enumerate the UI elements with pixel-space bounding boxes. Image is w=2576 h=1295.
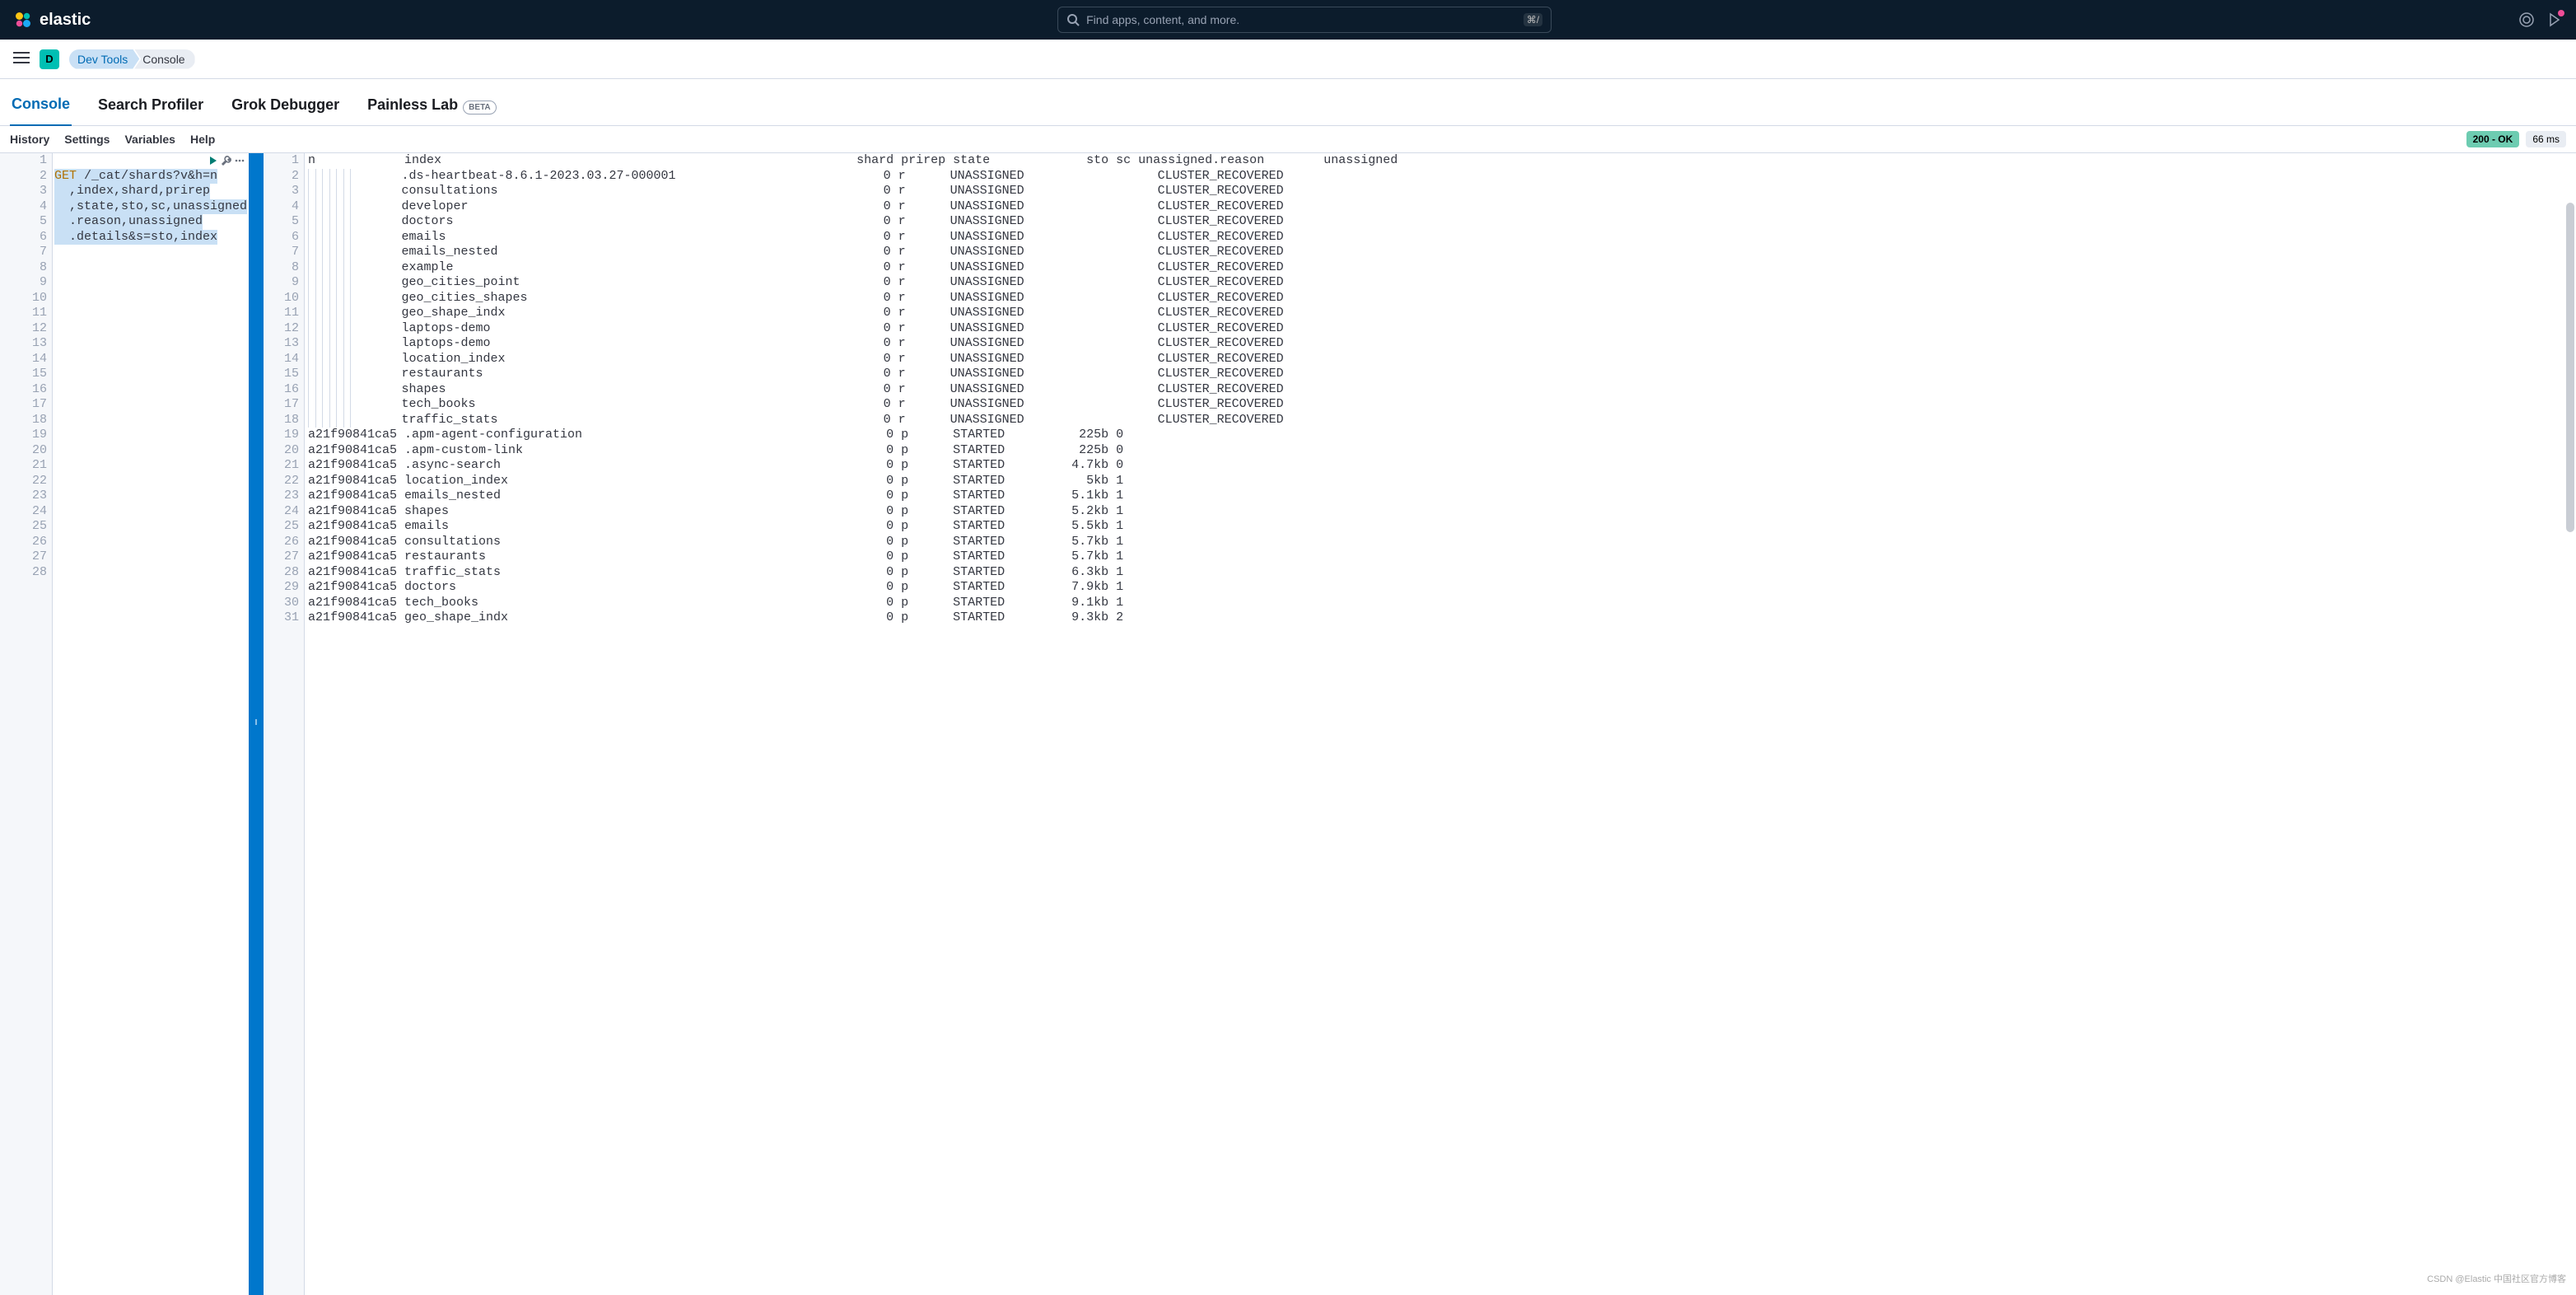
toolbar-link-variables[interactable]: Variables	[124, 133, 175, 146]
response-row: emails_nested 0 r UNASSIGNED CLUSTER_REC…	[308, 245, 2576, 260]
response-row: emails 0 r UNASSIGNED CLUSTER_RECOVERED	[308, 230, 2576, 245]
guide-icon[interactable]	[2518, 12, 2535, 28]
search-shortcut: ⌘/	[1524, 13, 1542, 26]
response-row: a21f90841ca5 .apm-agent-configuration 0 …	[308, 428, 2576, 443]
response-scrollbar[interactable]	[2566, 203, 2574, 532]
response-row: a21f90841ca5 geo_shape_indx 0 p STARTED …	[308, 610, 2576, 626]
response-row: a21f90841ca5 traffic_stats 0 p STARTED 6…	[308, 565, 2576, 581]
response-row: a21f90841ca5 shapes 0 p STARTED 5.2kb 1	[308, 504, 2576, 520]
request-editor[interactable]: GET /_cat/shards?v&h=n ,index,shard,prir…	[53, 153, 249, 1295]
tab-grok-debugger[interactable]: Grok Debugger	[230, 90, 341, 125]
elastic-logo-icon	[13, 10, 33, 30]
response-row: .ds-heartbeat-8.6.1-2023.03.27-000001 0 …	[308, 169, 2576, 185]
response-row: a21f90841ca5 tech_books 0 p STARTED 9.1k…	[308, 596, 2576, 611]
response-row: shapes 0 r UNASSIGNED CLUSTER_RECOVERED	[308, 382, 2576, 398]
tabs-bar: Console Search Profiler Grok Debugger Painl…	[0, 79, 2576, 126]
response-row: a21f90841ca5 emails 0 p STARTED 5.5kb 1	[308, 519, 2576, 535]
console-toolbar: History Settings Variables Help 200 - OK 66…	[0, 126, 2576, 153]
splitter-handle-icon: ‖	[255, 722, 258, 726]
response-row: traffic_stats 0 r UNASSIGNED CLUSTER_REC…	[308, 413, 2576, 428]
space-avatar[interactable]: D	[40, 49, 59, 69]
search-icon	[1066, 13, 1080, 26]
sub-bar: D Dev ToolsConsole	[0, 40, 2576, 79]
response-status: 200 - OK	[2466, 131, 2520, 147]
search-placeholder: Find apps, content, and more.	[1086, 13, 1524, 26]
response-row: geo_cities_point 0 r UNASSIGNED CLUSTER_…	[308, 275, 2576, 291]
brand-text: elastic	[40, 11, 91, 30]
dots-icon[interactable]	[234, 155, 245, 171]
nav-toggle[interactable]	[13, 51, 30, 67]
global-search[interactable]: Find apps, content, and more. ⌘/	[1057, 7, 1552, 33]
response-row: developer 0 r UNASSIGNED CLUSTER_RECOVER…	[308, 199, 2576, 215]
response-row: a21f90841ca5 doctors 0 p STARTED 7.9kb 1	[308, 580, 2576, 596]
brand-logo[interactable]: elastic	[13, 10, 91, 30]
beta-badge: BETA	[463, 101, 496, 115]
request-gutter: 1234567891011121314151617181920212223242…	[0, 153, 53, 1295]
wrench-icon[interactable]	[221, 155, 232, 171]
response-row: a21f90841ca5 consultations 0 p STARTED 5…	[308, 535, 2576, 550]
tab-painless-lab[interactable]: Painless LabBETA	[366, 90, 498, 125]
response-row: geo_shape_indx 0 r UNASSIGNED CLUSTER_RE…	[308, 306, 2576, 321]
breadcrumb-item[interactable]: Dev Tools	[69, 49, 139, 69]
toolbar-link-settings[interactable]: Settings	[64, 133, 110, 146]
response-row: doctors 0 r UNASSIGNED CLUSTER_RECOVERED	[308, 214, 2576, 230]
tab-console[interactable]: Console	[10, 89, 72, 126]
response-row: restaurants 0 r UNASSIGNED CLUSTER_RECOV…	[308, 367, 2576, 382]
toolbar-link-help[interactable]: Help	[190, 133, 215, 146]
newsfeed-icon[interactable]	[2546, 12, 2563, 28]
editor-split: 1234567891011121314151617181920212223242…	[0, 153, 2576, 1295]
response-row: example 0 r UNASSIGNED CLUSTER_RECOVERED	[308, 260, 2576, 276]
play-icon[interactable]	[208, 155, 219, 171]
toolbar-link-history[interactable]: History	[10, 133, 49, 146]
response-row: laptops-demo 0 r UNASSIGNED CLUSTER_RECO…	[308, 321, 2576, 337]
breadcrumb: Dev ToolsConsole	[69, 49, 190, 69]
response-row: laptops-demo 0 r UNASSIGNED CLUSTER_RECO…	[308, 336, 2576, 352]
tab-search-profiler[interactable]: Search Profiler	[96, 90, 205, 125]
response-row: a21f90841ca5 location_index 0 p STARTED …	[308, 474, 2576, 489]
top-bar: elastic Find apps, content, and more. ⌘/	[0, 0, 2576, 40]
watermark: CSDN @Elastic 中国社区官方博客	[2427, 1272, 2566, 1285]
response-row: a21f90841ca5 .async-search 0 p STARTED 4…	[308, 458, 2576, 474]
response-row: tech_books 0 r UNASSIGNED CLUSTER_RECOVE…	[308, 397, 2576, 413]
response-time: 66 ms	[2526, 131, 2566, 147]
response-row: a21f90841ca5 .apm-custom-link 0 p STARTE…	[308, 443, 2576, 459]
response-row: consultations 0 r UNASSIGNED CLUSTER_REC…	[308, 184, 2576, 199]
response-gutter: 1234567891011121314151617181920212223242…	[264, 153, 305, 1295]
response-row: location_index 0 r UNASSIGNED CLUSTER_RE…	[308, 352, 2576, 367]
notification-badge	[2558, 10, 2564, 16]
request-pane[interactable]: 1234567891011121314151617181920212223242…	[0, 153, 249, 1295]
response-output: n index shard prirep state sto sc unassi…	[305, 153, 2576, 1295]
pane-splitter[interactable]: ‖	[249, 153, 264, 1295]
response-row: geo_cities_shapes 0 r UNASSIGNED CLUSTER…	[308, 291, 2576, 306]
breadcrumb-item[interactable]: Console	[134, 49, 194, 69]
response-row: a21f90841ca5 restaurants 0 p STARTED 5.7…	[308, 549, 2576, 565]
response-pane[interactable]: 1234567891011121314151617181920212223242…	[264, 153, 2576, 1295]
response-row: a21f90841ca5 emails_nested 0 p STARTED 5…	[308, 489, 2576, 504]
